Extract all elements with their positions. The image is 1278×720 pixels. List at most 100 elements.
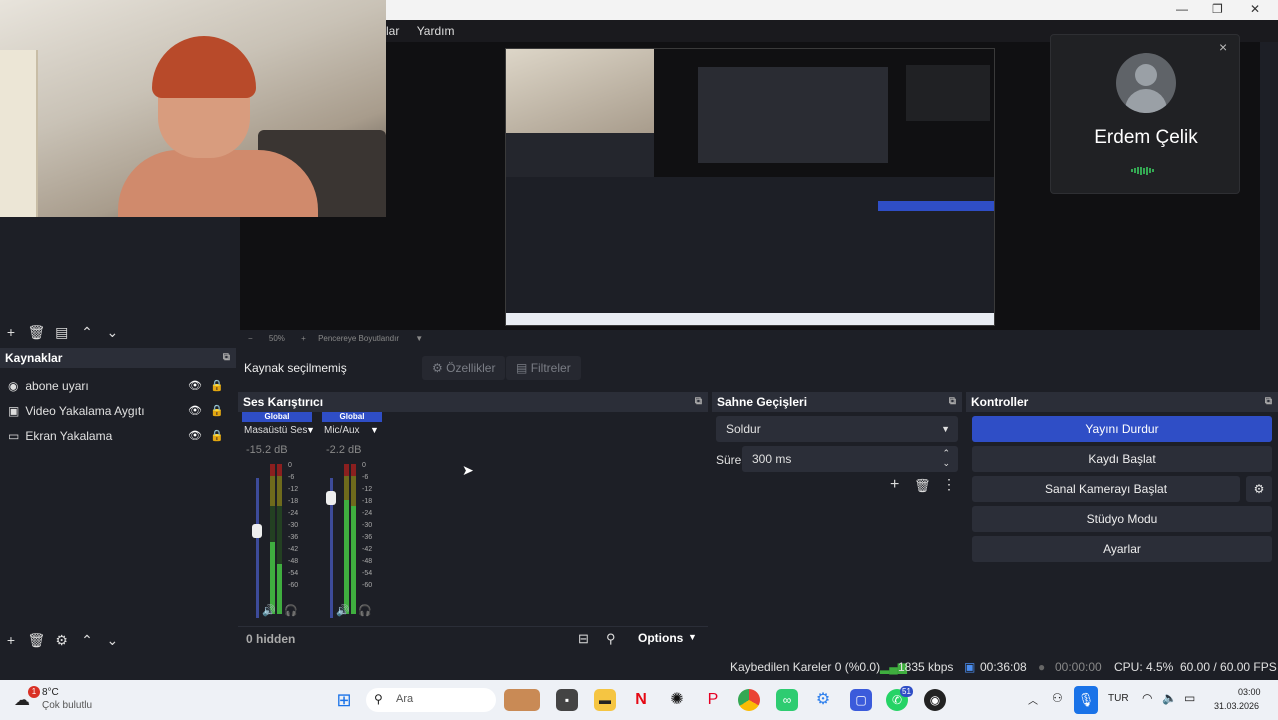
- eye-icon[interactable]: 👁: [188, 399, 202, 424]
- lock-icon[interactable]: 🔒: [210, 399, 224, 424]
- gear-icon[interactable]: ⚙: [51, 628, 73, 652]
- menu-item-help[interactable]: Yardım: [417, 20, 455, 42]
- headphones-icon[interactable]: 🎧: [358, 604, 372, 617]
- duration-input[interactable]: 300 ms ⌃ ⌄: [742, 446, 958, 472]
- add-icon[interactable]: +: [0, 628, 22, 652]
- gear-icon[interactable]: ⚙: [1246, 476, 1272, 502]
- battery-icon[interactable]: ▭: [1184, 691, 1195, 705]
- pinterest-icon[interactable]: P: [702, 689, 724, 711]
- chevron-up-icon[interactable]: ︿: [1028, 692, 1038, 707]
- speaker-icon[interactable]: 🔊: [336, 604, 350, 617]
- properties-button[interactable]: ⚙ Özellikler: [422, 356, 506, 380]
- terminal-icon[interactable]: ▪: [556, 689, 578, 711]
- eye-icon[interactable]: 👁: [188, 424, 202, 449]
- fader-knob[interactable]: [326, 490, 336, 505]
- stop-stream-button[interactable]: Yayını Durdur: [972, 416, 1272, 442]
- zoom-in-icon[interactable]: +: [301, 334, 306, 343]
- undock-icon[interactable]: ⧉: [949, 392, 956, 412]
- transition-select[interactable]: Soldur ▼: [716, 416, 958, 442]
- level-meter: [344, 464, 349, 614]
- language-indicator[interactable]: TUR: [1108, 693, 1129, 704]
- maximize-icon[interactable]: ❐: [1212, 2, 1223, 16]
- app-icon[interactable]: ∞: [776, 689, 798, 711]
- down-icon[interactable]: ⌄: [101, 628, 123, 652]
- start-recording-button[interactable]: Kaydı Başlat: [972, 446, 1272, 472]
- chevron-down-icon[interactable]: ▼: [370, 425, 379, 435]
- source-item[interactable]: ▣ Video Yakalama Aygıtı 👁 🔒: [0, 399, 236, 424]
- undock-icon[interactable]: ⧉: [223, 348, 230, 368]
- channel-name[interactable]: Masaüstü Ses: [244, 425, 310, 436]
- windows-start-icon[interactable]: ⊞: [333, 689, 355, 711]
- db-tick: -42: [288, 546, 299, 553]
- undock-icon[interactable]: ⧉: [695, 392, 702, 412]
- fader-knob[interactable]: [252, 524, 262, 539]
- clock-time[interactable]: 03:00: [1238, 687, 1261, 697]
- chevron-down-icon[interactable]: ▼: [415, 334, 423, 343]
- resize-label[interactable]: Pencereye Boyutlandır: [318, 334, 399, 343]
- trash-icon[interactable]: 🗑: [914, 478, 931, 494]
- trash-icon[interactable]: 🗑: [25, 320, 47, 344]
- netflix-icon[interactable]: N: [630, 689, 652, 711]
- chrome-icon[interactable]: [738, 689, 760, 711]
- settings-button[interactable]: Ayarlar: [972, 536, 1272, 562]
- volume-fader[interactable]: [256, 478, 259, 618]
- close-icon[interactable]: ✕: [1250, 2, 1260, 16]
- up-icon[interactable]: ⌃: [76, 320, 98, 344]
- add-icon[interactable]: +: [0, 320, 22, 344]
- source-label: Ekran Yakalama: [25, 429, 113, 443]
- stream-icon: ▣: [964, 660, 976, 674]
- zoom-out-icon[interactable]: −: [248, 334, 253, 343]
- link-icon[interactable]: ⚲: [606, 631, 616, 647]
- properties-label: Özellikler: [446, 361, 496, 375]
- widgets-icon[interactable]: [504, 689, 540, 711]
- minimize-icon[interactable]: —: [1176, 2, 1188, 16]
- up-icon[interactable]: ⌃: [76, 628, 98, 652]
- undock-icon[interactable]: ⧉: [1265, 392, 1272, 412]
- search-input[interactable]: ⚲ Ara: [366, 688, 496, 712]
- scenes-list[interactable]: [0, 217, 236, 320]
- studio-mode-button[interactable]: Stüdyo Modu: [972, 506, 1272, 532]
- channel-name[interactable]: Mic/Aux: [324, 425, 374, 436]
- filter-icon[interactable]: ▤: [51, 320, 73, 344]
- source-item[interactable]: ▭ Ekran Yakalama 👁 🔒: [0, 424, 236, 449]
- nested-callcard: [906, 65, 990, 121]
- source-item[interactable]: ◉ abone uyarı 👁 🔒: [0, 374, 236, 399]
- db-scale: 0 -6 -12 -18 -24 -30 -36 -42 -48 -54 -60: [362, 460, 382, 592]
- lock-icon[interactable]: 🔒: [210, 374, 224, 399]
- menu-item-tools[interactable]: lar: [386, 20, 399, 42]
- headphones-icon[interactable]: 🎧: [284, 604, 298, 617]
- gear-icon: ⚙: [432, 361, 443, 375]
- chevron-down-icon[interactable]: ▼: [306, 425, 315, 435]
- settings-app-icon[interactable]: ⚙: [812, 689, 834, 711]
- chevron-down-icon[interactable]: ▼: [688, 632, 697, 642]
- obs-icon[interactable]: ◉: [924, 689, 946, 711]
- camera-icon: ▣: [8, 404, 20, 418]
- tray-app-icon[interactable]: ⚇: [1052, 691, 1063, 705]
- eye-icon[interactable]: 👁: [188, 374, 202, 399]
- lock-icon[interactable]: 🔒: [210, 424, 224, 449]
- volume-icon[interactable]: 🔈: [1162, 691, 1177, 705]
- audio-wave-icon: [1131, 163, 1161, 175]
- wifi-icon[interactable]: ◠: [1142, 691, 1152, 705]
- virtual-camera-button[interactable]: Sanal Kamerayı Başlat: [972, 476, 1240, 502]
- down-icon[interactable]: ⌄: [101, 320, 123, 344]
- speaker-icon[interactable]: 🔊: [262, 604, 276, 617]
- source-label: abone uyarı: [25, 379, 89, 393]
- caller-name: Erdem Çelik: [1094, 127, 1198, 148]
- app-icon[interactable]: ▢: [850, 689, 872, 711]
- stepper-down-icon[interactable]: ⌄: [942, 450, 950, 476]
- chatgpt-icon[interactable]: ✺: [666, 689, 688, 711]
- clock-date[interactable]: 31.03.2026: [1214, 701, 1259, 711]
- call-close-icon[interactable]: ×: [1219, 39, 1227, 55]
- transition-value: Soldur: [726, 422, 761, 436]
- folder-icon[interactable]: ▬: [594, 689, 616, 711]
- microphone-icon[interactable]: 🎙: [1074, 686, 1098, 714]
- more-icon[interactable]: ⋮: [942, 476, 956, 493]
- filters-button[interactable]: ▤ Filtreler: [506, 356, 581, 380]
- avatar: [1116, 53, 1176, 113]
- add-icon[interactable]: +: [890, 476, 899, 494]
- trash-icon[interactable]: 🗑: [25, 628, 47, 652]
- db-tick: -24: [288, 510, 299, 517]
- layout-icon[interactable]: ⊟: [578, 631, 589, 647]
- options-button[interactable]: Options: [638, 631, 683, 645]
